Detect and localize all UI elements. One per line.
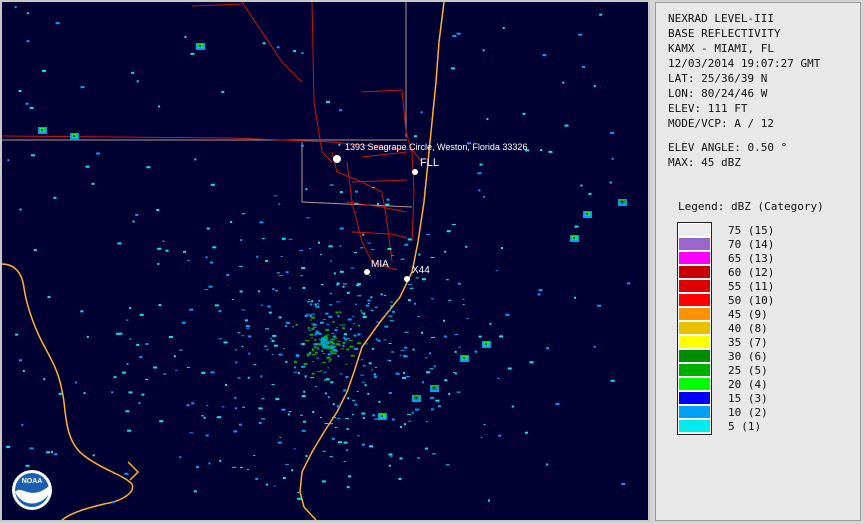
legend-label: 15 (3) bbox=[728, 392, 768, 405]
legend-swatch bbox=[679, 392, 710, 404]
elev-line: ELEV: 111 FT bbox=[668, 102, 748, 115]
legend-swatch bbox=[679, 308, 710, 320]
fll-marker[interactable] bbox=[412, 169, 418, 175]
mia-marker[interactable] bbox=[364, 269, 370, 275]
x44-label: X44 bbox=[412, 265, 430, 276]
legend-label: 60 (12) bbox=[728, 266, 775, 279]
product-type-line: BASE REFLECTIVITY bbox=[668, 27, 781, 40]
legend-swatch bbox=[679, 322, 710, 334]
x44-marker[interactable] bbox=[404, 276, 410, 282]
max-line: MAX: 45 dBZ bbox=[668, 156, 741, 169]
noaa-logo-text: NOAA bbox=[22, 478, 43, 485]
legend-label: 40 (8) bbox=[728, 322, 768, 335]
map-background bbox=[2, 2, 648, 520]
legend-label: 10 (2) bbox=[728, 406, 768, 419]
info-panel: NEXRAD LEVEL-III BASE REFLECTIVITY KAMX … bbox=[655, 2, 861, 521]
legend-color-scale bbox=[677, 222, 712, 435]
elev-angle-line: ELEV ANGLE: 0.50 ° bbox=[668, 141, 788, 154]
legend-swatch bbox=[679, 224, 710, 236]
legend-swatch bbox=[679, 364, 710, 376]
product-line: NEXRAD LEVEL-III bbox=[668, 12, 774, 25]
legend-swatch bbox=[679, 406, 710, 418]
mode-vcp-line: MODE/VCP: A / 12 bbox=[668, 117, 774, 130]
legend-label: 35 (7) bbox=[728, 336, 768, 349]
legend-swatch bbox=[679, 420, 710, 432]
fll-label: FLL bbox=[420, 157, 439, 169]
legend-label: 30 (6) bbox=[728, 350, 768, 363]
legend-label: 65 (13) bbox=[728, 252, 775, 265]
legend-label: 20 (4) bbox=[728, 378, 768, 391]
legend-label: 45 (9) bbox=[728, 308, 768, 321]
legend-swatch bbox=[679, 266, 710, 278]
legend-swatch bbox=[679, 280, 710, 292]
address-marker[interactable] bbox=[333, 155, 341, 163]
legend-label: 50 (10) bbox=[728, 294, 775, 307]
lat-line: LAT: 25/36/39 N bbox=[668, 72, 768, 85]
legend-label: 55 (11) bbox=[728, 280, 775, 293]
noaa-logo: NOAA bbox=[12, 470, 52, 510]
legend-label: 75 (15) bbox=[728, 224, 775, 237]
address-label: 1393 Seagrape Circle, Weston, Florida 33… bbox=[345, 142, 527, 152]
legend-swatch bbox=[679, 378, 710, 390]
radar-map-frame: 1393 Seagrape Circle, Weston, Florida 33… bbox=[0, 0, 650, 522]
legend-label: 70 (14) bbox=[728, 238, 775, 251]
legend-title: Legend: dBZ (Category) bbox=[678, 200, 824, 213]
legend-swatch bbox=[679, 238, 710, 250]
legend-swatch bbox=[679, 336, 710, 348]
legend-swatch bbox=[679, 294, 710, 306]
mia-label: MIA bbox=[371, 259, 389, 270]
legend-label: 25 (5) bbox=[728, 364, 768, 377]
legend-swatch bbox=[679, 252, 710, 264]
legend-swatch bbox=[679, 350, 710, 362]
timestamp-line: 12/03/2014 19:07:27 GMT bbox=[668, 57, 821, 70]
lon-line: LON: 80/24/46 W bbox=[668, 87, 768, 100]
station-line: KAMX - MIAMI, FL bbox=[668, 42, 774, 55]
radar-map[interactable]: 1393 Seagrape Circle, Weston, Florida 33… bbox=[2, 2, 648, 520]
legend-label: 5 (1) bbox=[728, 420, 762, 433]
